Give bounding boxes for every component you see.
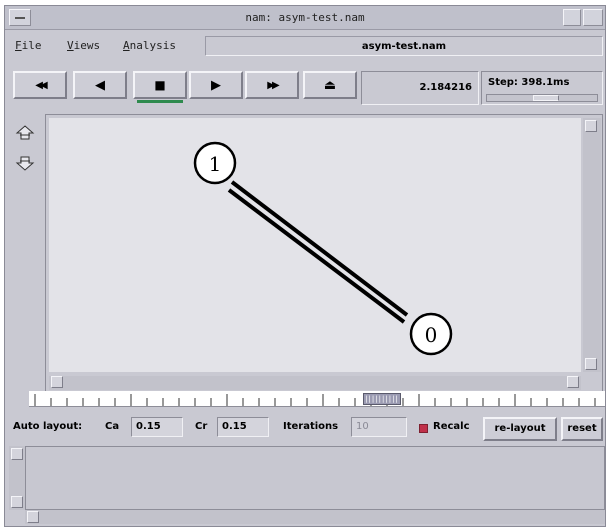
play-backward-button[interactable]: ◀ <box>73 71 127 99</box>
step-slider[interactable] <box>486 94 598 102</box>
cr-input[interactable]: 0.15 <box>217 417 269 437</box>
play-backward-icon: ◀ <box>95 77 105 93</box>
annotation-vertical-scrollbar[interactable] <box>9 446 25 510</box>
eject-button[interactable]: ⏏ <box>303 71 357 99</box>
recalc-checkbox[interactable] <box>419 424 428 433</box>
scroll-right-arrow[interactable] <box>567 376 579 388</box>
node-1[interactable]: 1 <box>193 141 237 185</box>
rewind-button[interactable]: ◀◀ <box>13 71 67 99</box>
menu-analysis-label: nalysis <box>129 39 176 52</box>
canvas-horizontal-scrollbar[interactable] <box>49 376 581 390</box>
zoom-out-button[interactable] <box>13 152 37 174</box>
timeline-slider[interactable]: |||||||||| <box>29 391 605 407</box>
zoom-in-icon <box>15 125 35 140</box>
node-1-label: 1 <box>209 152 222 176</box>
title-bar[interactable]: nam: asym-test.nam <box>5 6 605 30</box>
annotation-scroll-left-arrow[interactable] <box>27 511 39 523</box>
menu-file[interactable]: File <box>15 39 42 52</box>
maximize-button[interactable] <box>583 9 603 26</box>
fast-forward-icon: ▶▶ <box>267 79 280 91</box>
menu-analysis-mnemonic: A <box>123 39 130 52</box>
annotation-scroll-down-arrow[interactable] <box>11 496 23 508</box>
ca-label: Ca <box>105 421 120 432</box>
recalc-label: Recalc <box>433 421 470 432</box>
menu-file-label: ile <box>21 39 42 52</box>
play-forward-icon: ▶ <box>211 77 221 93</box>
stop-button[interactable]: ■ <box>133 71 187 103</box>
nam-window: nam: asym-test.nam File Views Analysis a… <box>4 5 606 527</box>
current-time-display: 2.184216 <box>361 71 479 105</box>
auto-layout-panel: Auto layout: Ca 0.15 Cr 0.15 Iterations … <box>5 409 605 445</box>
transport-bar: ◀◀ ◀ ■ ▶ ▶▶ ⏏ 2.184216 Step: 398.1ms <box>5 61 605 111</box>
rewind-icon: ◀◀ <box>35 79 48 91</box>
minimize-button[interactable] <box>563 9 581 26</box>
network-graph: 1 0 <box>193 141 453 356</box>
iterations-label: Iterations <box>283 421 339 432</box>
network-canvas-frame: 1 0 <box>45 114 603 392</box>
step-control: Step: 398.1ms <box>481 71 603 105</box>
zoom-in-button[interactable] <box>13 122 37 144</box>
step-slider-thumb[interactable] <box>533 95 559 101</box>
canvas-vertical-scrollbar[interactable] <box>583 118 601 372</box>
cr-label: Cr <box>195 421 208 432</box>
reset-button[interactable]: reset <box>561 417 603 441</box>
network-canvas[interactable]: 1 0 <box>49 118 581 372</box>
iterations-input[interactable]: 10 <box>351 417 407 437</box>
zoom-out-icon <box>15 156 35 171</box>
stop-icon: ■ <box>154 78 166 92</box>
menu-views-mnemonic: V <box>67 39 74 52</box>
fast-forward-button[interactable]: ▶▶ <box>245 71 299 99</box>
menu-views-label: iews <box>73 39 101 52</box>
node-0[interactable]: 0 <box>409 312 453 356</box>
menu-file-mnemonic: F <box>15 39 22 52</box>
timeline-thumb[interactable]: |||||||||| <box>363 393 401 405</box>
step-label: Step: 398.1ms <box>488 77 570 88</box>
file-name-label: asym-test.nam <box>205 36 603 56</box>
scroll-left-arrow[interactable] <box>51 376 63 388</box>
menu-analysis[interactable]: Analysis <box>123 39 176 52</box>
node-0-label: 0 <box>425 323 438 347</box>
annotation-horizontal-scrollbar[interactable] <box>25 510 605 524</box>
play-forward-button[interactable]: ▶ <box>189 71 243 99</box>
scroll-up-arrow[interactable] <box>585 120 597 132</box>
relayout-button[interactable]: re-layout <box>483 417 557 441</box>
link-1-0[interactable] <box>227 180 409 324</box>
timeline-ticks <box>34 394 596 406</box>
scroll-down-arrow[interactable] <box>585 358 597 370</box>
auto-layout-label: Auto layout: <box>13 421 83 432</box>
menu-bar: File Views Analysis asym-test.nam <box>5 31 605 59</box>
annotation-scroll-up-arrow[interactable] <box>11 448 23 460</box>
eject-icon: ⏏ <box>323 77 337 93</box>
menu-views[interactable]: Views <box>67 39 100 52</box>
ca-input[interactable]: 0.15 <box>131 417 183 437</box>
annotation-pane[interactable] <box>25 446 605 510</box>
window-title: nam: asym-test.nam <box>245 11 365 24</box>
